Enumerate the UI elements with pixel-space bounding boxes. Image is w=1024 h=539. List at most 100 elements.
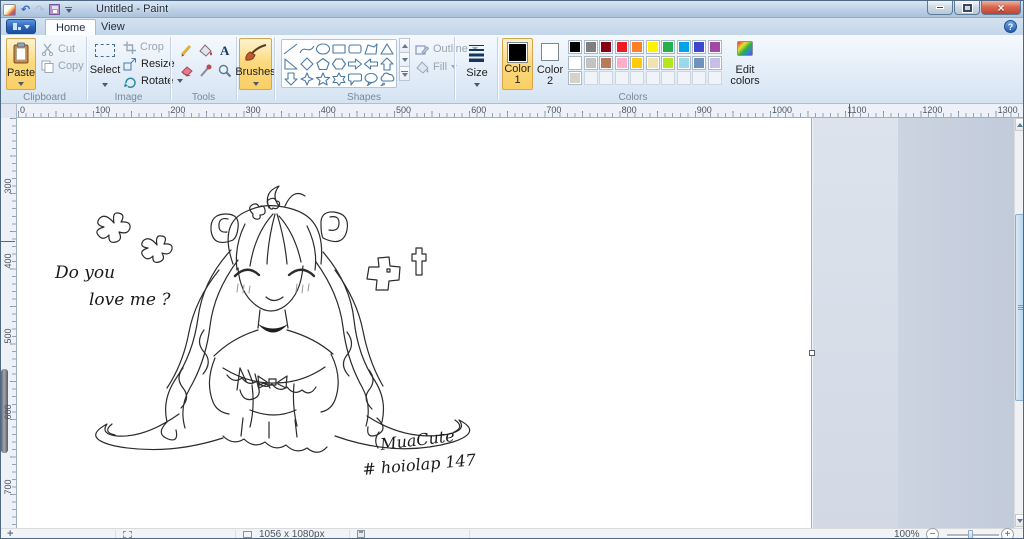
shape-polygon-icon[interactable]	[363, 41, 379, 56]
palette-color-swatch[interactable]	[707, 40, 722, 54]
shape-rectangle-icon[interactable]	[331, 41, 347, 56]
shape-six-point-star-icon[interactable]	[331, 71, 347, 86]
outline-icon	[415, 44, 429, 55]
palette-color-swatch[interactable]	[676, 55, 691, 70]
palette-empty-swatch	[599, 71, 613, 85]
tab-view[interactable]: View	[91, 19, 135, 35]
shape-down-arrow-icon[interactable]	[283, 71, 299, 86]
pencil-tool-button[interactable]	[177, 41, 195, 59]
palette-color-swatch[interactable]	[692, 40, 706, 54]
scroll-up-button[interactable]	[1015, 118, 1023, 131]
shapes-scroll-down-button[interactable]	[399, 52, 410, 67]
selection-size-icon	[123, 531, 132, 538]
palette-color-swatch[interactable]	[568, 71, 582, 85]
paint-window: ↶ ↷ Untitled - Paint × Home View ? Paste…	[0, 0, 1024, 539]
palette-color-swatch[interactable]	[568, 40, 582, 54]
text-tool-button[interactable]: A	[215, 41, 233, 59]
magnifier-tool-button[interactable]	[215, 61, 233, 79]
fill-tool-button[interactable]	[196, 41, 214, 59]
palette-color-swatch[interactable]	[614, 40, 629, 54]
select-label: Select	[89, 64, 121, 76]
shape-oval-callout-icon[interactable]	[363, 71, 379, 86]
canvas-resize-handle[interactable]	[809, 350, 815, 356]
eraser-tool-button[interactable]	[177, 61, 195, 79]
help-icon[interactable]: ?	[1004, 20, 1017, 33]
palette-color-swatch[interactable]	[661, 55, 675, 70]
shape-diamond-icon[interactable]	[299, 56, 315, 71]
file-menu-button[interactable]	[6, 19, 36, 34]
scroll-down-button[interactable]	[1015, 514, 1023, 527]
shape-four-point-star-icon[interactable]	[299, 71, 315, 86]
palette-color-swatch[interactable]	[583, 55, 598, 70]
scrollbar-thumb[interactable]	[1015, 214, 1023, 401]
palette-color-swatch[interactable]	[583, 40, 598, 54]
ruler-h-label: 400	[320, 105, 336, 115]
shape-cloud-callout-icon[interactable]	[379, 71, 395, 86]
palette-color-swatch[interactable]	[630, 55, 644, 70]
edit-colors-button[interactable]: Edit colors	[726, 38, 764, 90]
palette-color-swatch[interactable]	[676, 40, 691, 54]
brushes-button[interactable]: Brushes	[235, 38, 276, 90]
palette-color-swatch[interactable]	[568, 55, 582, 70]
resize-icon	[123, 57, 136, 70]
zoom-in-button[interactable]: +	[1001, 528, 1014, 538]
undo-icon[interactable]: ↶	[21, 4, 30, 15]
shape-right-triangle-icon[interactable]	[283, 56, 299, 71]
palette-color-swatch[interactable]	[707, 55, 722, 70]
minimize-button[interactable]	[927, 1, 953, 15]
color-picker-tool-button[interactable]	[196, 61, 214, 79]
shape-rounded-rectangle-icon[interactable]	[347, 41, 363, 56]
paste-button[interactable]: Paste	[6, 38, 36, 90]
ruler-h-label: 1000	[772, 105, 793, 115]
colors-group-label: Colors	[618, 92, 648, 103]
ruler-v-label: 300	[3, 178, 13, 194]
zoom-slider[interactable]	[947, 530, 999, 538]
ruler-v-label: 600	[3, 404, 13, 420]
color1-button[interactable]: Color 1	[502, 38, 533, 90]
palette-color-swatch[interactable]	[645, 55, 660, 70]
quick-access-toolbar: ↶ ↷	[3, 2, 73, 17]
palette-color-swatch[interactable]	[645, 40, 660, 54]
save-icon[interactable]	[49, 4, 61, 15]
paint-app-icon[interactable]	[3, 3, 16, 16]
shapes-more-button[interactable]	[399, 66, 410, 81]
qat-menu-button[interactable]	[65, 6, 73, 13]
shape-five-point-star-icon[interactable]	[315, 71, 331, 86]
palette-empty-swatch	[692, 71, 706, 85]
shape-oval-icon[interactable]	[315, 41, 331, 56]
plus-flower-doodle	[366, 256, 401, 291]
zoom-slider-thumb[interactable]	[968, 530, 973, 538]
shape-up-arrow-icon[interactable]	[379, 56, 395, 71]
palette-color-swatch[interactable]	[599, 40, 613, 54]
palette-empty-swatch	[707, 71, 722, 85]
shapes-scroll-up-button[interactable]	[399, 38, 410, 53]
select-rectangle-icon	[95, 44, 115, 57]
color2-button[interactable]: Color 2	[535, 38, 565, 90]
vertical-scrollbar[interactable]	[1014, 118, 1023, 528]
shape-pentagon-icon[interactable]	[315, 56, 331, 71]
tab-home[interactable]: Home	[45, 19, 97, 35]
palette-color-swatch[interactable]	[692, 55, 706, 70]
select-button[interactable]: Select	[89, 38, 121, 90]
palette-color-swatch[interactable]	[661, 40, 675, 54]
shape-right-arrow-icon[interactable]	[347, 56, 363, 71]
palette-color-swatch[interactable]	[630, 40, 644, 54]
shape-curve-icon[interactable]	[299, 41, 315, 56]
close-button[interactable]: ×	[981, 1, 1021, 15]
palette-color-swatch[interactable]	[614, 55, 629, 70]
maximize-button[interactable]	[954, 1, 980, 15]
palette-color-swatch[interactable]	[599, 55, 613, 70]
drawing-canvas[interactable]: Do you love me ? MuaCute # hoiolap 147	[17, 118, 812, 528]
shape-hexagon-icon[interactable]	[331, 56, 347, 71]
chevron-down-icon	[18, 82, 24, 86]
shape-left-arrow-icon[interactable]	[363, 56, 379, 71]
shape-triangle-icon[interactable]	[379, 41, 395, 56]
shape-line-icon[interactable]	[283, 41, 299, 56]
resize-button[interactable]: Resize	[123, 56, 175, 72]
cut-label: Cut	[58, 43, 76, 55]
zoom-out-button[interactable]: −	[926, 528, 939, 538]
palette-empty-swatch	[676, 71, 691, 85]
shape-rounded-callout-icon[interactable]	[347, 71, 363, 86]
size-button[interactable]: Size	[460, 38, 494, 90]
color-palette	[568, 40, 722, 85]
